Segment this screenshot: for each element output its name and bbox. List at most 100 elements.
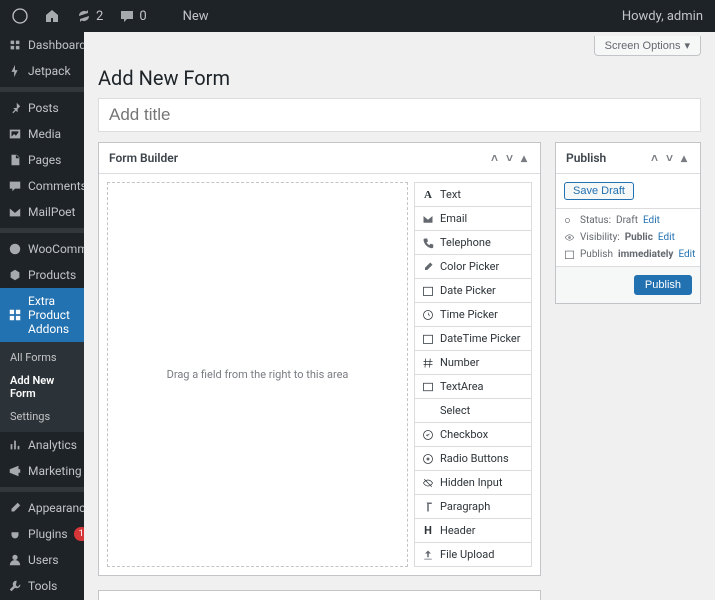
toggle-icon[interactable]: ▴ — [518, 151, 530, 165]
field-header[interactable]: HHeader — [415, 519, 531, 543]
date-picker-icon — [422, 285, 434, 297]
new-content[interactable]: New — [159, 0, 213, 32]
publish-button[interactable]: Publish — [634, 275, 692, 295]
edit-visibility-link[interactable]: Edit — [658, 232, 675, 243]
move-down-icon[interactable]: ˅ — [503, 151, 516, 165]
field-email[interactable]: Email — [415, 207, 531, 231]
updates-count[interactable]: 2 — [72, 0, 107, 32]
menu-users[interactable]: Users — [0, 547, 84, 573]
jetpack-icon — [8, 64, 22, 78]
field-textarea[interactable]: TextArea — [415, 375, 531, 399]
chevron-down-icon: ▾ — [684, 39, 690, 52]
save-draft-button[interactable]: Save Draft — [564, 182, 634, 200]
email-icon — [422, 213, 434, 225]
checkbox-icon — [422, 429, 434, 441]
grid-icon — [8, 308, 22, 322]
user-icon — [8, 553, 22, 567]
hidden-icon — [422, 477, 434, 489]
woo-icon — [8, 242, 22, 256]
publish-box: Publish ˄ ˅ ▴ Save Draft Status: — [555, 142, 701, 304]
menu-dashboard[interactable]: Dashboard — [0, 32, 84, 58]
product-icon — [8, 268, 22, 282]
menu-jetpack[interactable]: Jetpack — [0, 58, 84, 84]
brush-icon — [8, 501, 22, 515]
wp-logo[interactable] — [8, 0, 32, 32]
field-radio[interactable]: Radio Buttons — [415, 447, 531, 471]
menu-woocommerce[interactable]: WooCommerce — [0, 236, 84, 262]
paragraph-icon — [422, 501, 434, 513]
admin-toolbar: 2 0 New Howdy, admin — [0, 0, 715, 32]
drop-area[interactable]: Drag a field from the right to this area — [107, 182, 408, 567]
field-date-picker[interactable]: Date Picker — [415, 279, 531, 303]
field-telephone[interactable]: Telephone — [415, 231, 531, 255]
update-badge: 1 — [74, 527, 84, 541]
form-builder-heading: Form Builder — [109, 151, 178, 165]
radio-icon — [422, 453, 434, 465]
submenu-settings[interactable]: Settings — [0, 405, 84, 428]
menu-posts[interactable]: Posts — [0, 95, 84, 121]
menu-media[interactable]: Media — [0, 121, 84, 147]
media-icon — [8, 127, 22, 141]
move-up-icon[interactable]: ˄ — [488, 151, 501, 165]
toggle-icon[interactable]: ▴ — [678, 151, 690, 165]
menu-marketing[interactable]: Marketing — [0, 458, 84, 484]
textarea-icon — [422, 381, 434, 393]
form-config-box: Form Configuration ˄ ˅ ▴ Dynamic fields — [98, 590, 541, 600]
color-picker-icon — [422, 261, 434, 273]
menu-tools[interactable]: Tools — [0, 573, 84, 599]
field-paragraph[interactable]: Paragraph — [415, 495, 531, 519]
field-hidden[interactable]: Hidden Input — [415, 471, 531, 495]
field-select[interactable]: Select — [415, 399, 531, 423]
tool-icon — [8, 579, 22, 593]
pages-icon — [8, 153, 22, 167]
page-title: Add New Form — [98, 56, 701, 98]
mail-icon — [8, 205, 22, 219]
menu-comments[interactable]: Comments — [0, 173, 84, 199]
eye-icon — [564, 232, 575, 243]
menu-pages[interactable]: Pages — [0, 147, 84, 173]
time-picker-icon — [422, 309, 434, 321]
menu-plugins[interactable]: Plugins1 — [0, 521, 84, 547]
submenu-add-new-form[interactable]: Add New Form — [0, 369, 84, 405]
field-time-picker[interactable]: Time Picker — [415, 303, 531, 327]
move-down-icon[interactable]: ˅ — [663, 151, 676, 165]
comments-count[interactable]: 0 — [115, 0, 150, 32]
calendar-icon — [564, 249, 575, 260]
title-input[interactable] — [98, 98, 701, 132]
field-color-picker[interactable]: Color Picker — [415, 255, 531, 279]
field-date-time-picker[interactable]: DateTime Picker — [415, 327, 531, 351]
menu-mailpoet[interactable]: MailPoet — [0, 199, 84, 225]
header-icon: H — [422, 524, 434, 537]
field-palette: ATextEmailTelephoneColor PickerDate Pick… — [414, 182, 532, 567]
admin-menu: DashboardJetpackPostsMediaPagesCommentsM… — [0, 32, 84, 600]
select-icon — [422, 405, 434, 417]
pin-icon — [8, 101, 22, 115]
menu-analytics[interactable]: Analytics — [0, 432, 84, 458]
menu-products[interactable]: Products — [0, 262, 84, 288]
publish-heading: Publish — [566, 151, 606, 165]
field-checkbox[interactable]: Checkbox — [415, 423, 531, 447]
field-text[interactable]: AText — [415, 183, 531, 207]
date-time-picker-icon — [422, 333, 434, 345]
screen-options[interactable]: Screen Options ▾ — [594, 36, 701, 56]
form-builder-box: Form Builder ˄ ˅ ▴ Drag a field from the… — [98, 142, 541, 576]
menu-extra-product-addons[interactable]: Extra Product Addons — [0, 288, 84, 342]
key-icon — [564, 215, 575, 226]
field-number[interactable]: Number — [415, 351, 531, 375]
publish-date-row: Publish immediately Edit — [564, 249, 692, 260]
number-icon — [422, 357, 434, 369]
visibility-row: Visibility: Public Edit — [564, 232, 692, 243]
edit-status-link[interactable]: Edit — [643, 215, 660, 226]
site-home[interactable] — [40, 0, 64, 32]
menu-appearance[interactable]: Appearance — [0, 495, 84, 521]
edit-publish-link[interactable]: Edit — [678, 249, 695, 260]
mega-icon — [8, 464, 22, 478]
dashboard-icon — [8, 38, 22, 52]
comment-icon — [8, 179, 22, 193]
submenu-all-forms[interactable]: All Forms — [0, 346, 84, 369]
field-file[interactable]: File Upload — [415, 543, 531, 566]
move-up-icon[interactable]: ˄ — [648, 151, 661, 165]
my-account[interactable]: Howdy, admin — [618, 0, 707, 32]
chart-icon — [8, 438, 22, 452]
status-row: Status: Draft Edit — [564, 215, 692, 226]
